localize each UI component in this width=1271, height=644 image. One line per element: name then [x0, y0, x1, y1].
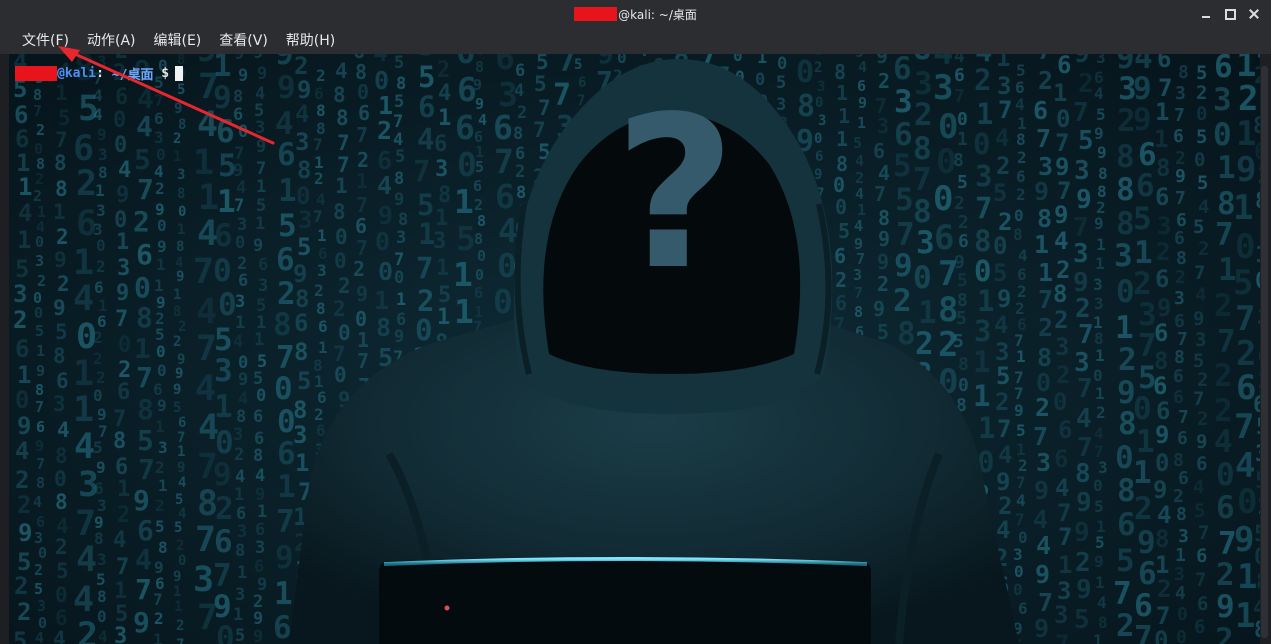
terminal-area[interactable]: 4566114153261094229522558720822140320051… [9, 54, 1260, 644]
maximize-icon [1224, 8, 1236, 20]
close-icon [1249, 9, 1259, 19]
window-controls [1197, 0, 1263, 28]
close-button[interactable] [1245, 5, 1263, 23]
menu-edit[interactable]: 编辑(E) [146, 28, 210, 54]
redacted-username [574, 7, 618, 21]
prompt-path: ~/桌面 [103, 68, 154, 83]
prompt-colon: : [96, 66, 104, 81]
wallpaper-question-mark: ? [614, 71, 736, 316]
menu-bar: 文件(F) 动作(A) 编辑(E) 查看(V) 帮助(H) [0, 28, 1271, 54]
terminal-prompt: @kali : ~/桌面 $ [15, 64, 184, 83]
window-title: @kali: ~/桌面 [0, 0, 1271, 28]
maximize-button[interactable] [1221, 5, 1239, 23]
minimize-button[interactable] [1197, 5, 1215, 23]
redacted-username [15, 66, 57, 81]
menu-help[interactable]: 帮助(H) [278, 28, 343, 54]
prompt-host: @kali [57, 66, 97, 81]
prompt-symbol: $ [153, 66, 170, 81]
text-cursor [175, 66, 184, 81]
menu-actions[interactable]: 动作(A) [79, 28, 144, 54]
window-title-text: @kali: ~/桌面 [618, 7, 697, 22]
menu-view[interactable]: 查看(V) [211, 28, 276, 54]
scrollbar-thumb[interactable] [1261, 66, 1268, 638]
minimize-icon [1202, 16, 1210, 18]
menu-file[interactable]: 文件(F) [14, 28, 77, 54]
